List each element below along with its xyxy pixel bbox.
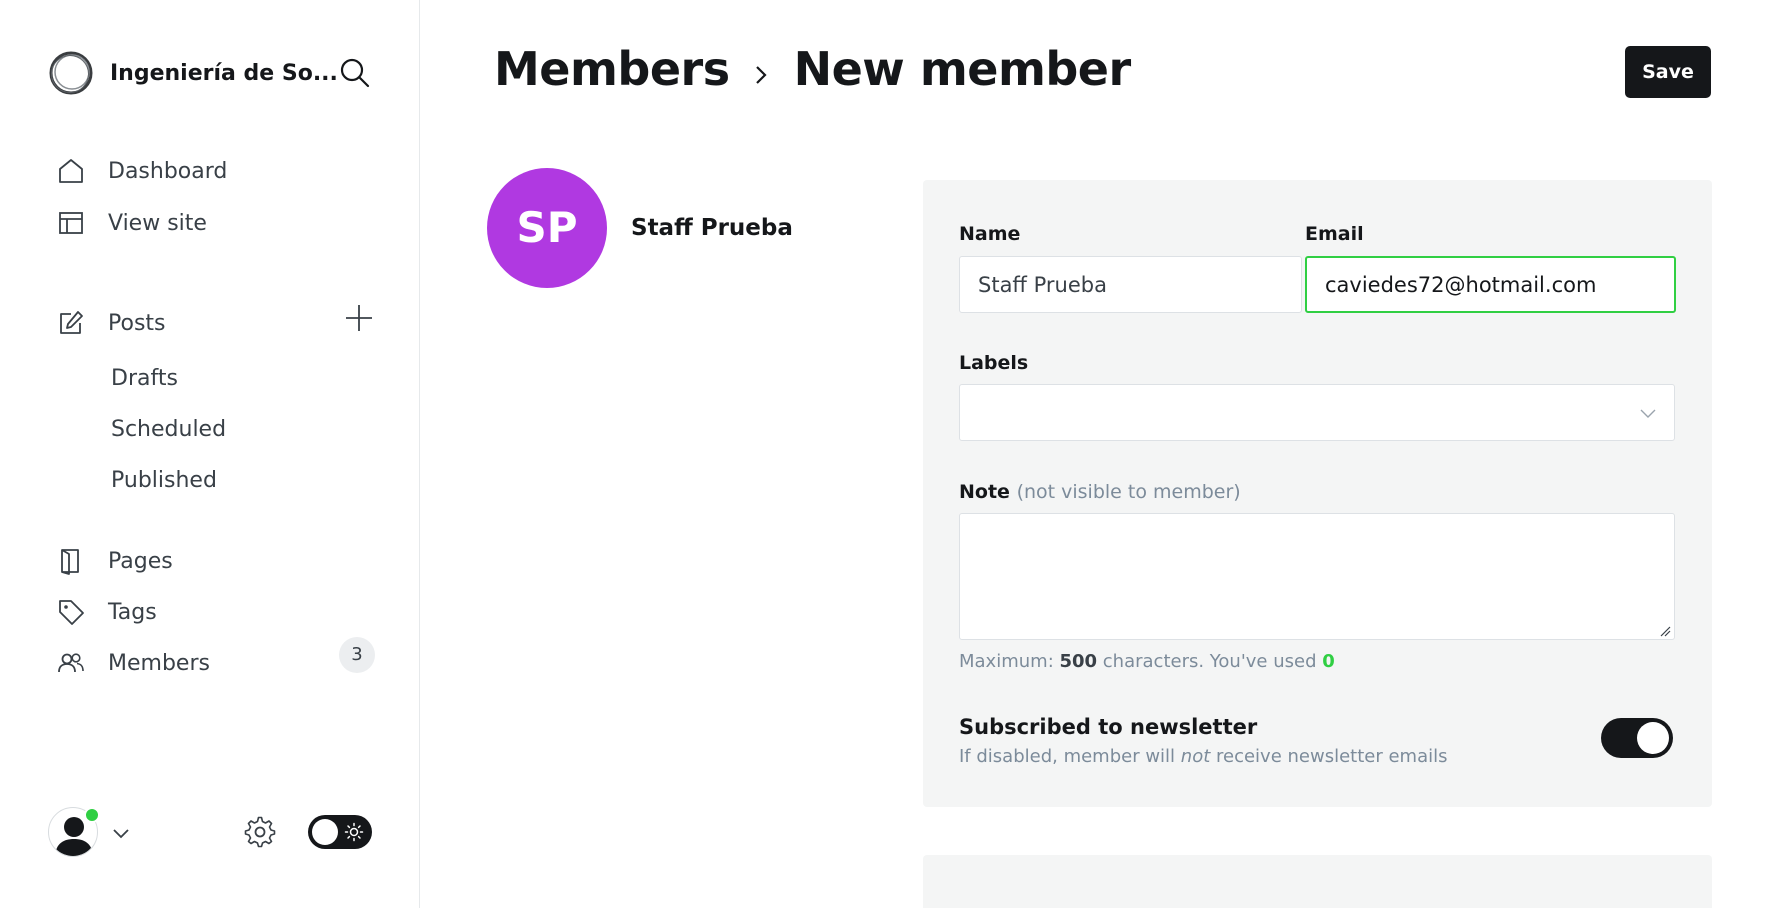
home-icon <box>59 159 83 183</box>
brand-logo-icon <box>49 51 93 95</box>
nav-tags[interactable]: Tags <box>56 595 157 629</box>
tag-icon <box>59 600 84 625</box>
nav-posts-label: Posts <box>108 310 166 336</box>
online-status-dot <box>84 807 100 823</box>
nav-scheduled[interactable]: Scheduled <box>111 415 226 445</box>
nav-members-label: Members <box>108 650 210 676</box>
newsletter-desc-part2: receive newsletter emails <box>1210 746 1448 767</box>
nav-dashboard[interactable]: Dashboard <box>56 154 227 188</box>
resize-handle-icon[interactable] <box>1659 625 1671 637</box>
page-title: New member <box>793 42 1132 96</box>
members-count-badge: 3 <box>339 637 375 673</box>
book-icon <box>61 549 79 575</box>
secondary-card <box>923 855 1712 908</box>
nav-drafts[interactable]: Drafts <box>111 364 178 394</box>
name-label: Name <box>959 223 1021 245</box>
user-avatar[interactable] <box>48 807 100 857</box>
member-display-name: Staff Prueba <box>631 215 793 241</box>
users-icon <box>58 653 84 673</box>
nav-view-site[interactable]: View site <box>56 206 207 240</box>
chevron-right-icon <box>755 66 767 84</box>
note-label: Note (not visible to member) <box>959 481 1241 503</box>
email-label: Email <box>1305 223 1364 245</box>
search-icon[interactable] <box>338 56 372 90</box>
newsletter-toggle-knob <box>1637 722 1669 754</box>
newsletter-title: Subscribed to newsletter <box>959 715 1258 739</box>
labels-label: Labels <box>959 352 1029 374</box>
nav-tags-label: Tags <box>108 599 157 625</box>
char-count-middle: characters. You've used <box>1097 651 1323 672</box>
member-avatar: SP <box>487 168 607 288</box>
nav-pages[interactable]: Pages <box>56 544 173 578</box>
newsletter-desc-part1: If disabled, member will <box>959 746 1181 767</box>
nav-posts[interactable]: Posts <box>56 306 166 340</box>
nav-published[interactable]: Published <box>111 466 217 496</box>
layout-icon <box>59 212 83 234</box>
labels-select[interactable] <box>959 384 1675 441</box>
note-textarea[interactable] <box>959 513 1675 640</box>
char-count-used: 0 <box>1322 651 1335 672</box>
theme-toggle[interactable] <box>308 815 372 849</box>
name-input[interactable] <box>959 256 1302 313</box>
chevron-down-icon <box>1640 409 1656 418</box>
note-char-count: Maximum: 500 characters. You've used 0 <box>959 651 1335 672</box>
breadcrumb-members-link[interactable]: Members <box>494 42 730 96</box>
newsletter-description: If disabled, member will not receive new… <box>959 746 1448 767</box>
note-hint: (not visible to member) <box>1016 481 1241 503</box>
sun-icon <box>344 822 364 842</box>
save-button[interactable]: Save <box>1625 46 1711 98</box>
email-input[interactable] <box>1305 256 1676 313</box>
nav-view-site-label: View site <box>108 210 207 236</box>
nav-members[interactable]: Members <box>56 646 210 680</box>
note-label-text: Note <box>959 481 1010 503</box>
newsletter-toggle[interactable] <box>1601 718 1673 758</box>
chevron-down-icon[interactable] <box>110 822 132 844</box>
theme-toggle-knob <box>312 819 338 845</box>
gear-icon[interactable] <box>243 815 277 849</box>
breadcrumb: Members New member <box>494 42 1131 96</box>
sidebar: Ingeniería de So... Dashboard View site … <box>0 0 420 908</box>
newsletter-desc-emphasis: not <box>1180 746 1211 767</box>
nav-pages-label: Pages <box>108 548 173 574</box>
plus-icon[interactable] <box>343 302 375 334</box>
edit-icon <box>60 311 83 334</box>
site-brand[interactable]: Ingeniería de So... <box>48 50 338 96</box>
nav-dashboard-label: Dashboard <box>108 158 228 184</box>
site-title: Ingeniería de So... <box>110 60 338 86</box>
char-count-max: 500 <box>1059 651 1098 672</box>
char-count-prefix: Maximum: <box>959 651 1060 672</box>
